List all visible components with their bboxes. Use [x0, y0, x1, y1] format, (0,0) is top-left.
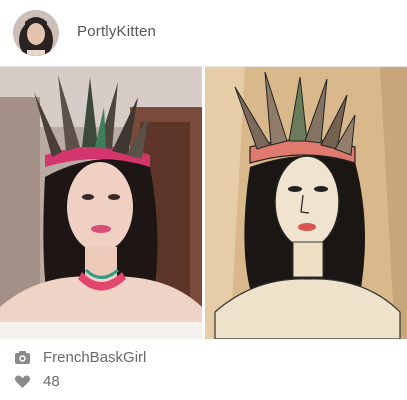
post-header: PortlyKitten	[0, 0, 407, 67]
original-photo[interactable]	[0, 67, 202, 339]
drawing[interactable]	[205, 67, 407, 339]
camera-icon	[14, 349, 31, 366]
avatar[interactable]	[13, 10, 59, 56]
username[interactable]: PortlyKitten	[77, 23, 156, 40]
heart-icon[interactable]	[14, 373, 31, 390]
likes-count: 48	[43, 372, 60, 390]
artist-credit[interactable]: FrenchBaskGirl	[14, 348, 146, 366]
likes[interactable]: 48	[14, 372, 60, 390]
artist-name[interactable]: FrenchBaskGirl	[43, 349, 146, 366]
